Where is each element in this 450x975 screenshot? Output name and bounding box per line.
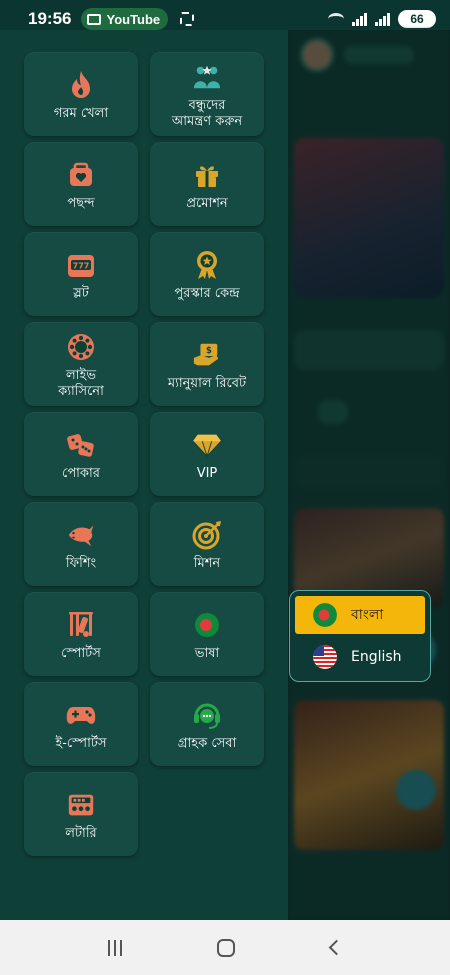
bangladesh-flag-icon bbox=[192, 610, 222, 640]
menu-item-label: VIP bbox=[196, 466, 218, 481]
wifi-icon bbox=[328, 13, 344, 25]
dim-overlay[interactable] bbox=[288, 30, 450, 920]
menu-item-mission[interactable]: মিশন bbox=[150, 502, 264, 586]
menu-item-label: ম্যানুয়াল রিবেট bbox=[167, 376, 247, 391]
menu-item-label: লটারি bbox=[65, 826, 97, 841]
back-icon[interactable] bbox=[328, 939, 345, 956]
bangladesh-flag-icon bbox=[313, 603, 337, 627]
usa-flag-icon bbox=[313, 645, 337, 669]
menu-item-slots[interactable]: 777 স্লট bbox=[24, 232, 138, 316]
menu-item-live-casino[interactable]: লাইভ ক্যাসিনো bbox=[24, 322, 138, 406]
reward-badge-icon bbox=[192, 250, 222, 280]
menu-item-fishing[interactable]: ফিশিং bbox=[24, 502, 138, 586]
diamond-icon bbox=[192, 430, 222, 460]
menu-item-label: পুরস্কার কেন্দ্র bbox=[174, 286, 240, 301]
svg-text:$: $ bbox=[206, 345, 212, 355]
shark-icon bbox=[66, 520, 96, 550]
fire-icon bbox=[66, 70, 96, 100]
battery-indicator: 66 bbox=[398, 10, 436, 28]
menu-item-reward-center[interactable]: পুরস্কার কেন্দ্র bbox=[150, 232, 264, 316]
svg-text:777: 777 bbox=[73, 262, 90, 271]
rebate-icon: $ bbox=[192, 340, 222, 370]
menu-item-esports[interactable]: ই-স্পোর্টস bbox=[24, 682, 138, 766]
gamepad-icon bbox=[66, 700, 96, 730]
menu-item-label: ই-স্পোর্টস bbox=[55, 736, 107, 751]
menu-item-label: স্পোর্টস bbox=[61, 646, 101, 661]
language-option-label: English bbox=[351, 649, 402, 665]
menu-item-promotion[interactable]: প্রমোশন bbox=[150, 142, 264, 226]
menu-item-sports[interactable]: স্পোর্টস bbox=[24, 592, 138, 676]
headset-icon bbox=[192, 700, 222, 730]
menu-item-label: গ্রাহক সেবা bbox=[177, 736, 237, 751]
invite-friends-icon bbox=[192, 62, 222, 92]
recent-apps-icon[interactable] bbox=[107, 939, 122, 956]
menu-item-label: ফিশিং bbox=[65, 556, 97, 571]
language-option-bangla[interactable]: বাংলা bbox=[295, 596, 425, 634]
menu-item-vip[interactable]: VIP bbox=[150, 412, 264, 496]
menu-item-invite-friends[interactable]: বন্ধুদের আমন্ত্রণ করুন bbox=[150, 52, 264, 136]
language-popup: বাংলা English bbox=[289, 590, 431, 682]
menu-item-customer-service[interactable]: গ্রাহক সেবা bbox=[150, 682, 264, 766]
screen-record-icon bbox=[180, 12, 195, 26]
battery-level: 66 bbox=[410, 12, 424, 26]
menu-item-favorites[interactable]: পছন্দ bbox=[24, 142, 138, 226]
gift-icon bbox=[192, 160, 222, 190]
signal-icon-2 bbox=[375, 12, 390, 26]
menu-item-label: পছন্দ bbox=[67, 196, 95, 211]
menu-item-label: পোকার bbox=[62, 466, 100, 481]
menu-item-manual-rebate[interactable]: $ ম্যানুয়াল রিবেট bbox=[150, 322, 264, 406]
system-nav-bar bbox=[0, 920, 450, 975]
signal-icon bbox=[352, 12, 367, 26]
target-icon bbox=[192, 520, 222, 550]
favorite-icon bbox=[66, 160, 96, 190]
youtube-pill[interactable]: YouTube bbox=[81, 8, 169, 30]
menu-item-label: প্রমোশন bbox=[186, 196, 228, 211]
menu-item-label: বন্ধুদের আমন্ত্রণ করুন bbox=[171, 98, 243, 129]
slot-machine-icon: 777 bbox=[66, 250, 96, 280]
menu-item-hot-games[interactable]: গরম খেলা bbox=[24, 52, 138, 136]
language-option-english[interactable]: English bbox=[295, 638, 425, 676]
tv-icon bbox=[87, 13, 102, 25]
status-time: 19:56 bbox=[28, 9, 72, 28]
menu-item-label: লাইভ ক্যাসিনো bbox=[58, 368, 104, 399]
lottery-ticket-icon bbox=[66, 790, 96, 820]
youtube-pill-label: YouTube bbox=[106, 11, 161, 27]
menu-item-label: ভাষা bbox=[194, 646, 220, 661]
menu-grid: গরম খেলা বন্ধুদের আমন্ত্রণ করুন পছন্দ প্… bbox=[24, 52, 264, 856]
menu-item-label: গরম খেলা bbox=[53, 106, 109, 121]
casino-chip-icon bbox=[66, 332, 96, 362]
side-drawer: গরম খেলা বন্ধুদের আমন্ত্রণ করুন পছন্দ প্… bbox=[0, 30, 288, 920]
dice-icon bbox=[66, 430, 96, 460]
menu-item-language[interactable]: ভাষা bbox=[150, 592, 264, 676]
menu-item-label: মিশন bbox=[193, 556, 221, 571]
language-option-label: বাংলা bbox=[351, 607, 384, 623]
home-icon[interactable] bbox=[217, 938, 236, 957]
menu-item-lottery[interactable]: লটারি bbox=[24, 772, 138, 856]
menu-item-label: স্লট bbox=[73, 286, 89, 301]
cricket-icon bbox=[66, 610, 96, 640]
menu-item-poker[interactable]: পোকার bbox=[24, 412, 138, 496]
